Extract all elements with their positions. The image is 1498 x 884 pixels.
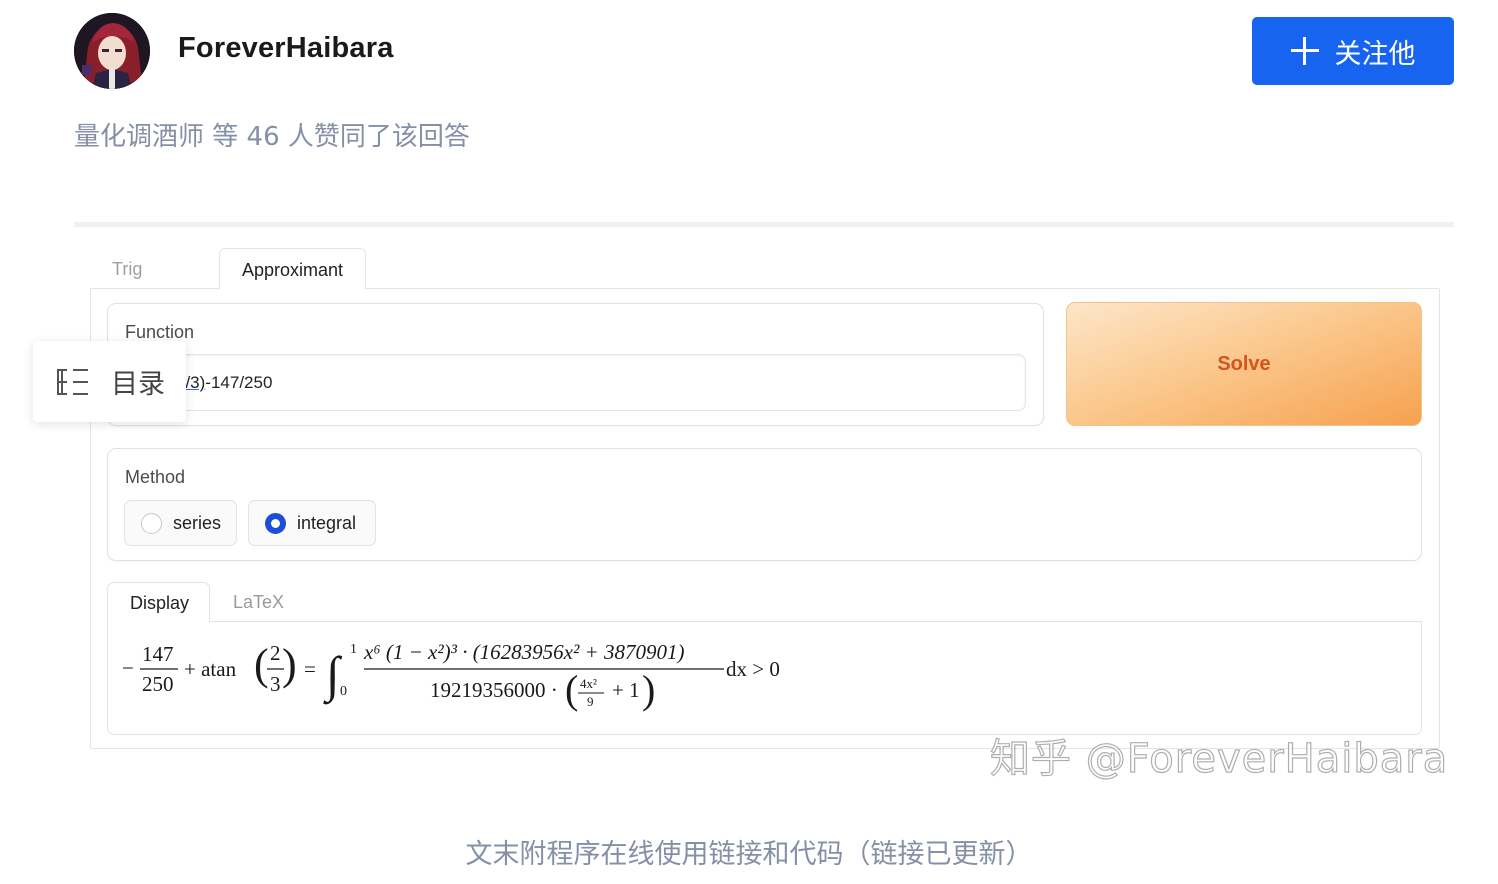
formula-lead-den: 250 (142, 672, 174, 696)
image-caption: 文末附程序在线使用链接和代码（链接已更新） (0, 832, 1498, 871)
formula-numerator: x⁶ (1 − x²)³ · (16283956x² + 3870901) (363, 640, 684, 664)
formula-atan-num: 2 (270, 641, 281, 665)
formula-denom-lead: 19219356000 · (430, 678, 558, 702)
function-label: Function (125, 322, 195, 342)
caption-paren: （链接已更新） (843, 839, 1033, 870)
caption-text: 文末附程序在线使用链接和代码 (465, 839, 844, 870)
formula-int-lower: 0 (340, 684, 347, 699)
divider (74, 222, 1454, 227)
follow-button-label: 关注他 (1334, 38, 1416, 70)
avatar[interactable] (74, 13, 150, 89)
formula-atan-den: 3 (270, 672, 281, 696)
radio-unchecked-icon (141, 512, 162, 534)
radio-integral[interactable]: integral (248, 500, 376, 546)
author-name[interactable]: ForeverHaibara (178, 32, 394, 65)
formula-tail: dx > 0 (726, 657, 780, 681)
follow-button[interactable]: 关注他 (1252, 17, 1454, 85)
watermark: 知乎 @ForeverHaibara (989, 735, 1449, 782)
formula-denom-frac-den: 9 (587, 694, 594, 709)
result-formula: − 147 250 + atan ( 2 3 ) = ∫ 1 0 x⁶ (1 −… (122, 640, 780, 712)
upvote-summary[interactable]: 量化调酒师 等 46 人赞同了该回答 (74, 116, 470, 153)
formula-eq: = (304, 657, 316, 681)
solve-button[interactable]: Solve (1066, 302, 1422, 426)
toc-label: 目录 (111, 369, 165, 400)
function-input-value: 2/3)-147/250 (176, 373, 272, 393)
svg-text:(: ( (565, 667, 578, 712)
formula-denom-tail: + 1 (612, 678, 640, 702)
formula-atan: + atan (184, 657, 237, 681)
anime-avatar-icon (74, 13, 150, 89)
toc-button[interactable]: 目录 (33, 341, 186, 422)
svg-text:): ) (642, 667, 655, 712)
formula-lead-num: 147 (142, 642, 174, 666)
toc-list-icon (57, 368, 88, 395)
radio-series-label: series (173, 512, 222, 533)
tab-trig-solver[interactable]: Trig Solver (90, 248, 185, 321)
formula-int-upper: 1 (350, 642, 357, 657)
radio-series[interactable]: series (124, 500, 237, 546)
tab-display[interactable]: Display (107, 582, 210, 623)
tab-approximant[interactable]: Approximant (219, 248, 367, 290)
radio-checked-icon (265, 512, 286, 534)
formula-denom-frac-num: 4x² (580, 676, 597, 691)
plus-icon (1290, 37, 1319, 65)
formula-minus: − (122, 656, 134, 680)
svg-text:(: ( (254, 640, 269, 689)
function-value-rest: -147/250 (205, 373, 273, 392)
method-label: Method (125, 467, 186, 487)
radio-integral-label: integral (297, 512, 357, 533)
svg-text:): ) (282, 640, 297, 689)
tab-latex[interactable]: LaTeX (211, 582, 306, 623)
